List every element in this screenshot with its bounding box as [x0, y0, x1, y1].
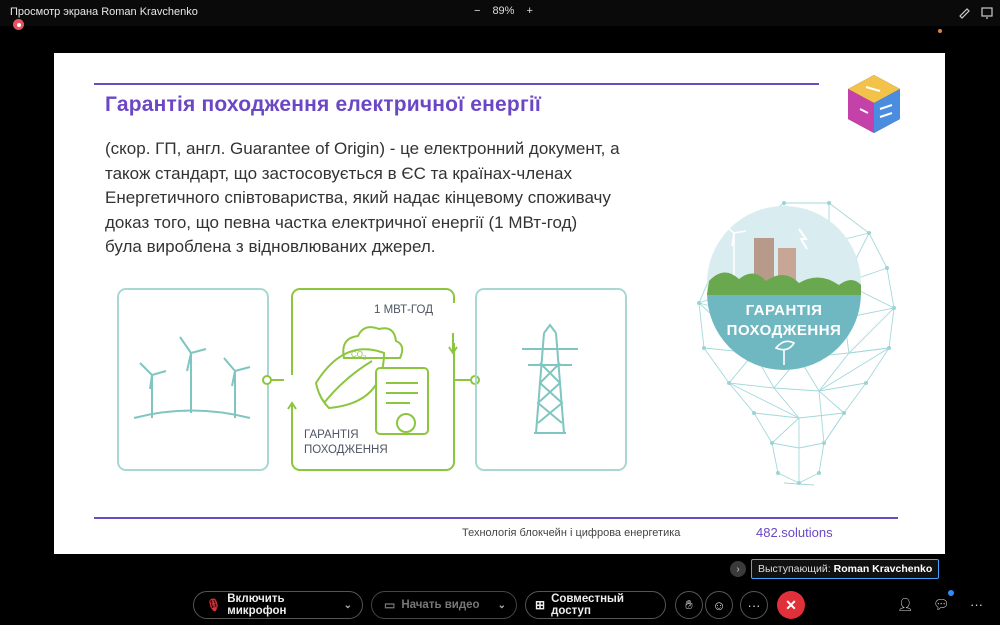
video-button[interactable]: ▭ Начать видео ⌄ — [371, 591, 517, 619]
participants-icon[interactable]: 👤︎ — [897, 597, 914, 613]
presenter-prefix: Выступающий: — [758, 563, 831, 575]
expand-arrow-icon[interactable]: › — [730, 561, 746, 577]
zoom-in-button[interactable]: + — [526, 5, 532, 17]
more-options-button[interactable]: ··· — [740, 591, 768, 619]
video-label: Начать видео — [401, 599, 480, 611]
chat-notification-dot — [948, 590, 954, 596]
side-more-button[interactable]: ··· — [970, 597, 983, 612]
slide-bottom-rule — [94, 517, 898, 519]
annotate-icon[interactable] — [958, 5, 972, 19]
leave-meeting-button[interactable]: ✕ — [777, 591, 805, 619]
zoom-out-button[interactable]: − — [474, 5, 480, 17]
reactions-button[interactable]: ☺︎ — [705, 591, 733, 619]
co2-text: CO — [351, 350, 363, 359]
bulb-label: ГАРАНТІЯ ПОХОДЖЕННЯ — [704, 301, 864, 341]
share-screen-icon: ⊞ — [535, 598, 546, 612]
presenter-name: Roman Kravchenko — [833, 563, 933, 575]
presenter-indicator: › Выступающий: Roman Kravchenko — [727, 559, 949, 579]
popout-icon[interactable] — [980, 5, 994, 19]
presenter-label: Выступающий: Roman Kravchenko — [751, 559, 940, 579]
meeting-controls: 🎙︎ Включить микрофон ⌄ ▭ Начать видео ⌄ … — [0, 585, 1000, 625]
zoom-level: 89% — [492, 5, 515, 17]
slide-brand: 482.solutions — [756, 525, 833, 540]
mwh-label: 1 МВТ-ГОД — [374, 304, 433, 316]
bulb-label-line-1: ГАРАНТІЯ — [745, 302, 823, 319]
lightbulb-network-illustration — [697, 201, 896, 486]
guarantee-label-line-1: ГАРАНТІЯ — [304, 429, 359, 441]
chat-icon[interactable]: 💬︎ — [933, 597, 950, 613]
recording-indicator-icon — [13, 19, 24, 30]
share-label: Совместный доступ — [551, 593, 624, 617]
wind-turbines-panel — [117, 288, 292, 471]
guarantee-label-line-2: ПОХОДЖЕННЯ — [304, 444, 388, 456]
chevron-down-icon[interactable]: ⌄ — [498, 600, 506, 611]
window-titlebar: Просмотр экрана Roman Kravchenko − 89% + — [0, 0, 1000, 26]
power-pylon-panel — [475, 288, 627, 471]
brand-logo-icon — [848, 75, 900, 133]
guarantee-label: ГАРАНТІЯ ПОХОДЖЕННЯ — [304, 428, 388, 458]
share-button[interactable]: ⊞ Совместный доступ — [525, 591, 666, 619]
shared-slide: Гарантія походження електричної енергії … — [54, 53, 945, 554]
bulb-label-line-2: ПОХОДЖЕННЯ — [726, 322, 842, 339]
slide-footer: Технологія блокчейн і цифрова енергетика — [462, 527, 681, 539]
mic-muted-icon: 🎙︎ — [206, 598, 222, 612]
co2-subscript: 2 — [363, 355, 367, 362]
status-dot — [938, 29, 942, 33]
zoom-controls: − 89% + — [474, 5, 533, 17]
mic-button[interactable]: 🎙︎ Включить микрофон ⌄ — [193, 591, 363, 619]
video-off-icon: ▭ — [384, 598, 396, 612]
window-title: Просмотр экрана Roman Kravchenko — [10, 6, 198, 18]
chevron-down-icon[interactable]: ⌄ — [344, 600, 352, 611]
co2-label: CO2 — [351, 347, 366, 367]
mic-label: Включить микрофон — [227, 593, 287, 617]
raise-hand-button[interactable]: ✋︎ — [675, 591, 703, 619]
